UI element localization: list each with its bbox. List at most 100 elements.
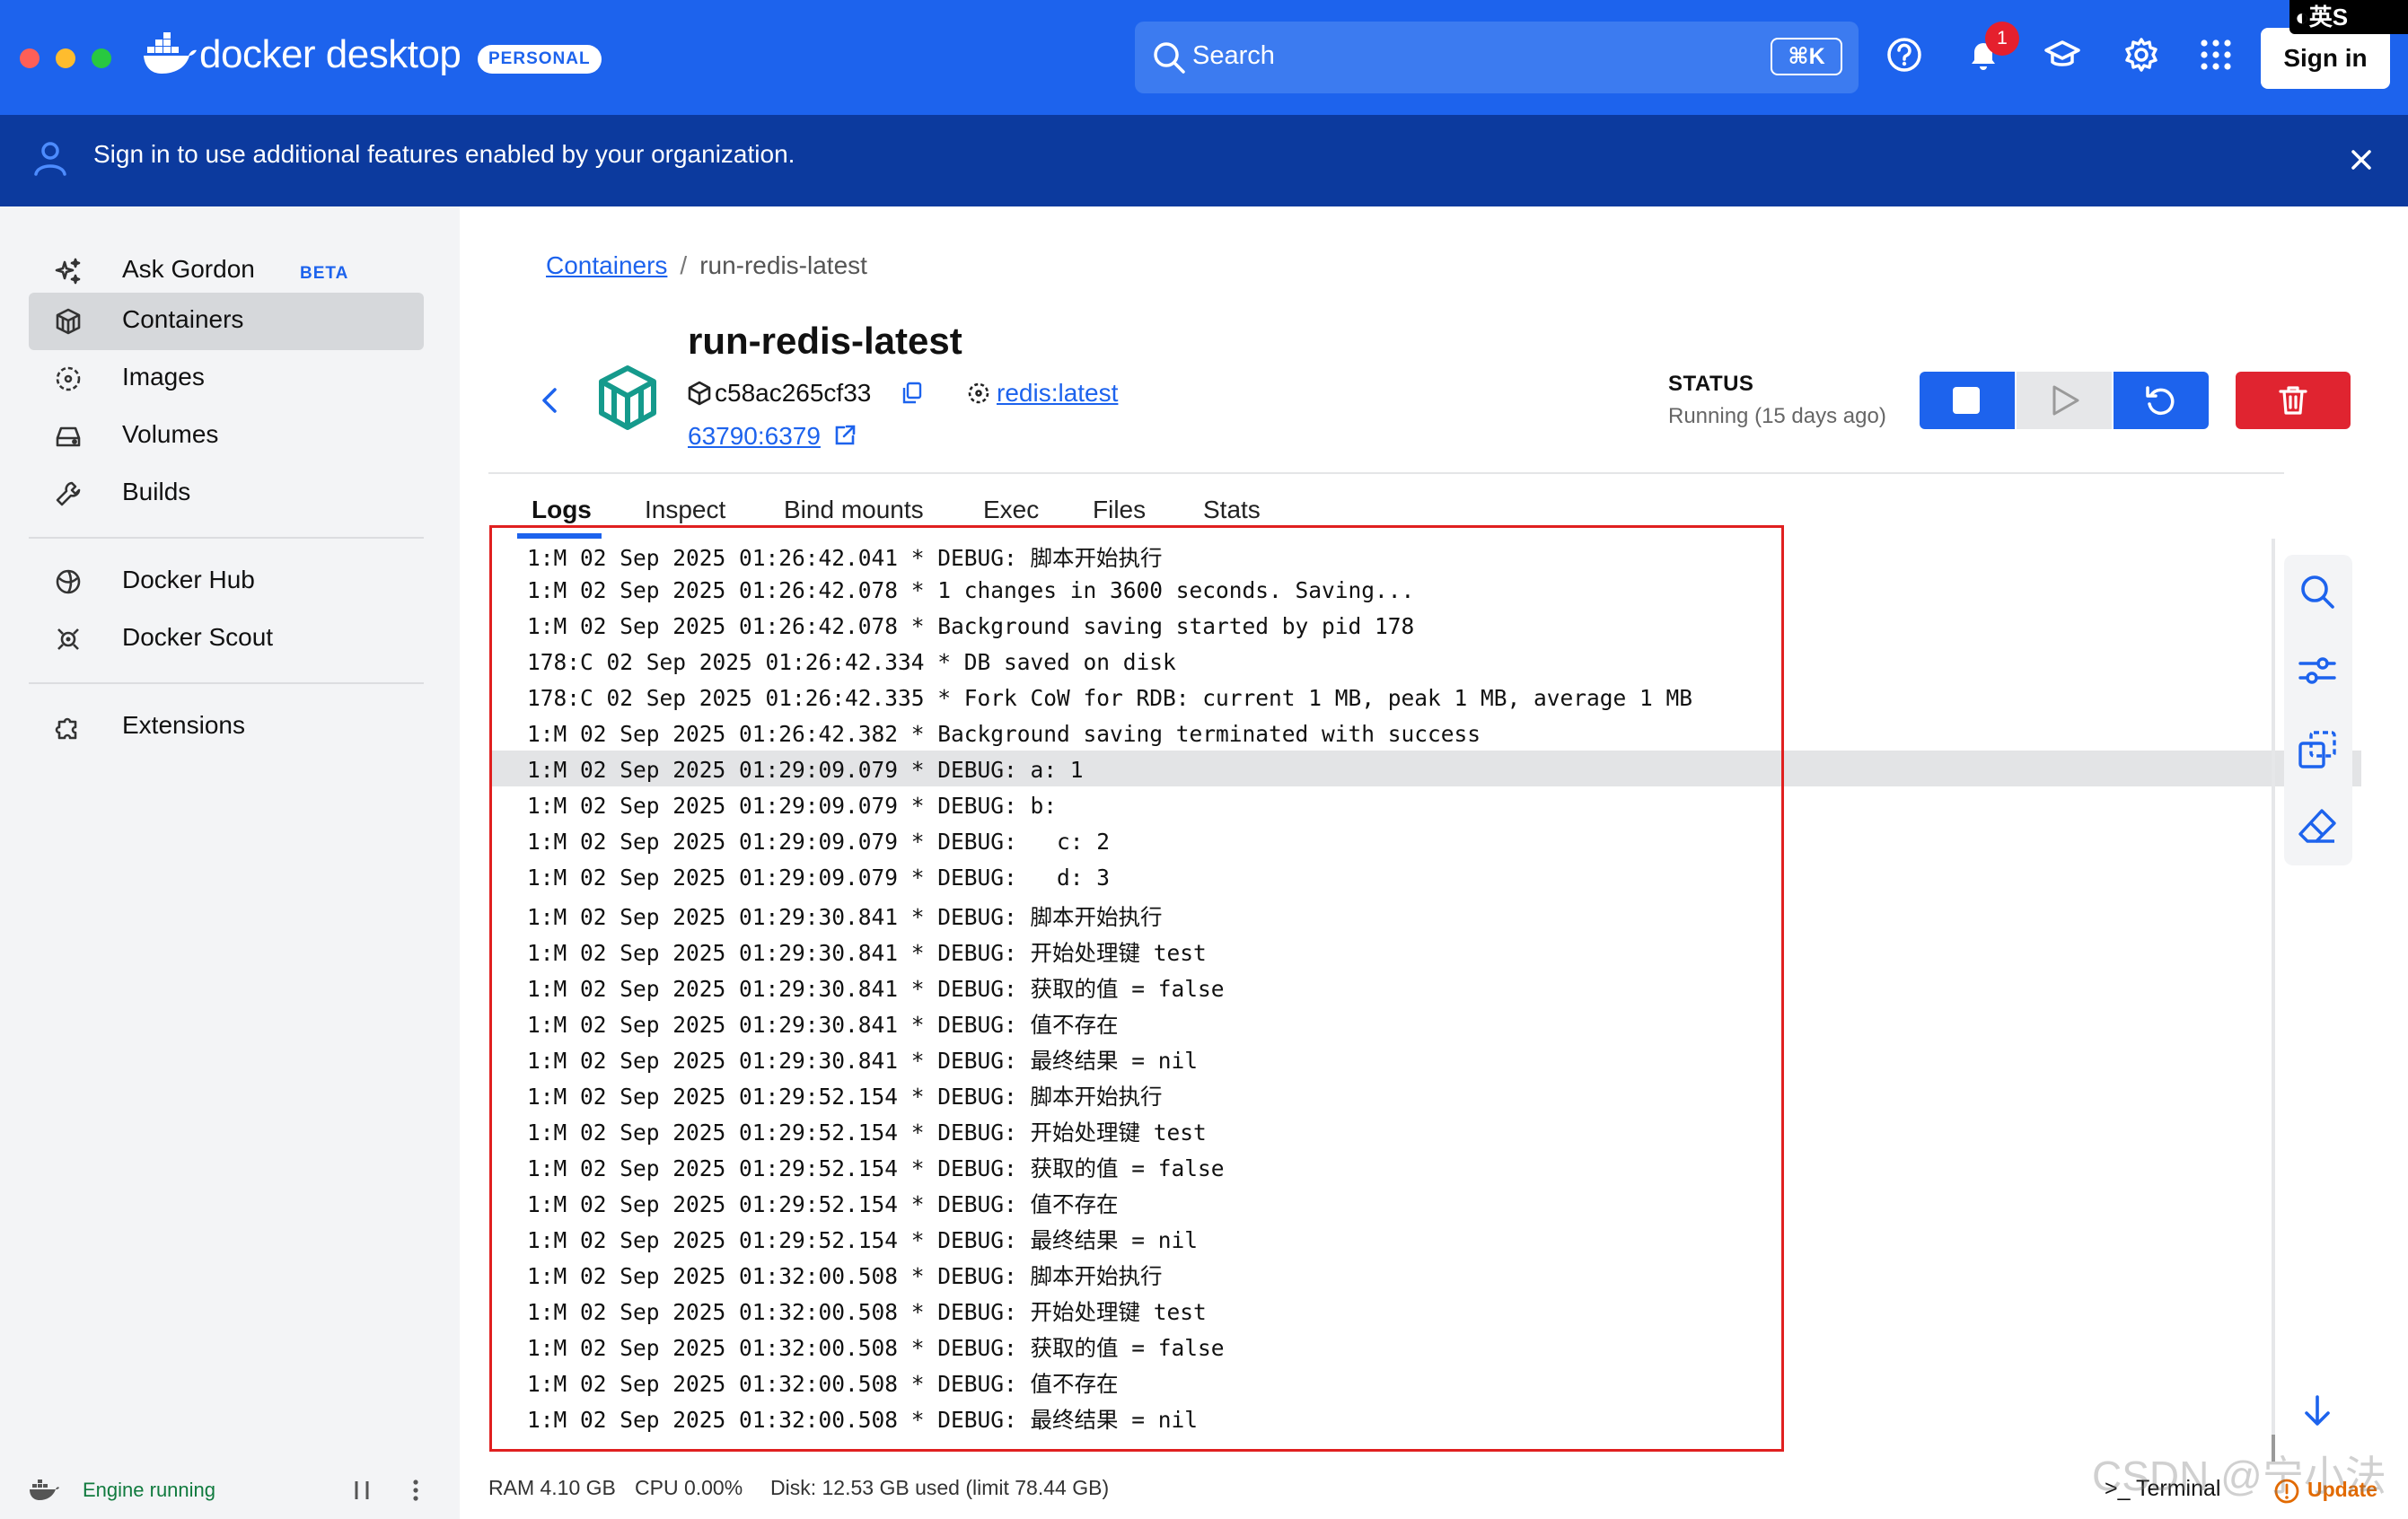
- volume-icon: [54, 422, 83, 451]
- log-line: 1:M 02 Sep 2025 01:32:00.508 * DEBUG: 获取…: [527, 1335, 1225, 1361]
- cpu-usage: CPU 0.00%: [635, 1476, 743, 1499]
- sidebar-item-docker-hub[interactable]: Docker Hub: [29, 553, 424, 610]
- log-line: 1:M 02 Sep 2025 01:26:42.078 * 1 changes…: [527, 577, 1415, 603]
- container-cube-icon: [596, 364, 659, 431]
- sidebar-item-containers[interactable]: Containers: [29, 293, 424, 350]
- close-banner-icon[interactable]: [2351, 149, 2372, 171]
- close-window-button[interactable]: [20, 48, 40, 68]
- sidebar-item-ask-gordon[interactable]: Ask Gordon BETA: [29, 242, 424, 300]
- copy-id-icon[interactable]: [901, 381, 923, 406]
- restart-button[interactable]: [2114, 372, 2209, 429]
- log-line: 178:C 02 Sep 2025 01:26:42.334 * DB save…: [527, 649, 1176, 675]
- puzzle-icon: [54, 713, 83, 742]
- minimize-window-button[interactable]: [56, 48, 75, 68]
- delete-button[interactable]: [2236, 372, 2351, 429]
- tab-exec[interactable]: Exec: [983, 496, 1039, 524]
- sidebar-item-volumes[interactable]: Volumes: [29, 408, 424, 465]
- engine-status: Engine running: [83, 1479, 216, 1501]
- container-id-icon: [688, 381, 711, 406]
- scroll-to-bottom-arrow-icon[interactable]: [2297, 1393, 2338, 1429]
- tab-files[interactable]: Files: [1093, 496, 1146, 524]
- sidebar-item-extensions[interactable]: Extensions: [29, 698, 424, 756]
- log-line: 1:M 02 Sep 2025 01:29:30.841 * DEBUG: 获取…: [527, 976, 1225, 1002]
- help-icon[interactable]: [1885, 36, 1923, 74]
- start-button[interactable]: [2017, 372, 2112, 429]
- log-line: 1:M 02 Sep 2025 01:29:52.154 * DEBUG: 脚本…: [527, 1084, 1163, 1110]
- search-shortcut-hint: ⌘K: [1771, 38, 1842, 75]
- breadcrumb-containers-link[interactable]: Containers: [546, 251, 667, 279]
- more-options-icon[interactable]: [411, 1478, 420, 1503]
- tab-logs[interactable]: Logs: [532, 496, 592, 524]
- apps-grid-icon[interactable]: [2200, 36, 2232, 71]
- tab-inspect[interactable]: Inspect: [645, 496, 725, 524]
- sidebar-item-label: Docker Scout: [122, 623, 274, 651]
- log-viewer[interactable]: 1:M 02 Sep 2025 01:26:42.041 * DEBUG: 脚本…: [489, 525, 1784, 1452]
- app-logo-text: docker desktop: [199, 32, 461, 76]
- search-logs-icon[interactable]: [2297, 571, 2338, 612]
- sidebar-item-builds[interactable]: Builds: [29, 465, 424, 522]
- sidebar-item-docker-scout[interactable]: Docker Scout: [29, 610, 424, 668]
- log-line: 178:C 02 Sep 2025 01:26:42.335 * Fork Co…: [527, 685, 1693, 711]
- sign-in-banner: Sign in to use additional features enabl…: [0, 115, 2408, 206]
- engine-whale-icon: [29, 1477, 59, 1502]
- sidebar-item-label: Images: [122, 363, 205, 391]
- plan-badge: PERSONAL: [478, 45, 602, 74]
- notification-count-badge: 1: [1985, 22, 2019, 56]
- ram-usage: RAM 4.10 GB: [488, 1476, 616, 1499]
- external-link-icon[interactable]: [833, 424, 857, 447]
- tab-stats[interactable]: Stats: [1203, 496, 1261, 524]
- breadcrumb-current: run-redis-latest: [699, 251, 867, 279]
- stop-button[interactable]: [1920, 372, 2015, 429]
- sidebar-item-label: Ask Gordon: [122, 255, 255, 283]
- sidebar-item-label: Docker Hub: [122, 566, 255, 593]
- log-line: 1:M 02 Sep 2025 01:29:09.079 * DEBUG: c:…: [527, 829, 1111, 855]
- back-chevron-icon[interactable]: [537, 384, 562, 417]
- sidebar-item-label: Containers: [122, 305, 244, 333]
- clear-logs-eraser-icon[interactable]: [2297, 806, 2338, 847]
- banner-text: Sign in to use additional features enabl…: [93, 140, 795, 168]
- log-line: 1:M 02 Sep 2025 01:29:30.841 * DEBUG: 脚本…: [527, 904, 1163, 930]
- breadcrumb: Containers / run-redis-latest: [546, 251, 867, 280]
- beta-badge: BETA: [300, 264, 349, 283]
- port-link[interactable]: 63790:6379: [688, 422, 821, 451]
- log-line: 1:M 02 Sep 2025 01:29:09.079 * DEBUG: b:: [527, 793, 1058, 819]
- log-line: 1:M 02 Sep 2025 01:29:52.154 * DEBUG: 开始…: [527, 1119, 1207, 1146]
- log-line: 1:M 02 Sep 2025 01:29:30.841 * DEBUG: 最终…: [527, 1048, 1199, 1074]
- sign-in-button[interactable]: Sign in: [2261, 28, 2390, 89]
- image-icon: [966, 381, 991, 406]
- learning-center-icon[interactable]: [2043, 36, 2081, 74]
- log-line: 1:M 02 Sep 2025 01:29:30.841 * DEBUG: 开始…: [527, 940, 1207, 966]
- trash-icon: [2277, 384, 2309, 417]
- image-icon: [54, 364, 83, 393]
- maximize-window-button[interactable]: [92, 48, 111, 68]
- header-divider: [488, 472, 2284, 474]
- log-scrollbar-track[interactable]: [2272, 539, 2275, 1463]
- user-icon: [31, 138, 70, 178]
- log-line: 1:M 02 Sep 2025 01:26:42.041 * DEBUG: 脚本…: [527, 545, 1163, 571]
- watermark: CSDN @宁小法: [2092, 1453, 2386, 1499]
- log-line: 1:M 02 Sep 2025 01:26:42.078 * Backgroun…: [527, 613, 1415, 639]
- scout-icon: [54, 625, 83, 654]
- container-id: c58ac265cf33: [715, 379, 872, 407]
- image-link[interactable]: redis:latest: [997, 379, 1118, 408]
- log-line: 1:M 02 Sep 2025 01:32:00.508 * DEBUG: 脚本…: [527, 1263, 1163, 1289]
- copy-logs-icon[interactable]: [2297, 729, 2338, 770]
- filter-sliders-icon[interactable]: [2297, 650, 2338, 691]
- status-value: Running (15 days ago): [1668, 404, 1886, 428]
- settings-gear-icon[interactable]: [2122, 36, 2160, 74]
- breadcrumb-separator: /: [680, 251, 688, 279]
- search-input[interactable]: Search ⌘K: [1135, 22, 1859, 93]
- hub-icon: [54, 567, 83, 596]
- container-icon: [54, 307, 83, 336]
- status-label: STATUS: [1668, 372, 1754, 396]
- pause-engine-icon[interactable]: [352, 1478, 374, 1503]
- log-line: 1:M 02 Sep 2025 01:29:09.079 * DEBUG: a:…: [527, 757, 1084, 783]
- disk-usage: Disk: 12.53 GB used (limit 78.44 GB): [770, 1476, 1110, 1499]
- sidebar-item-images[interactable]: Images: [29, 350, 424, 408]
- log-line: 1:M 02 Sep 2025 01:32:00.508 * DEBUG: 开始…: [527, 1299, 1207, 1325]
- log-line: 1:M 02 Sep 2025 01:29:52.154 * DEBUG: 值不…: [527, 1191, 1119, 1217]
- sidebar-item-label: Builds: [122, 478, 191, 505]
- tab-bind-mounts[interactable]: Bind mounts: [784, 496, 924, 524]
- sparkle-icon: [54, 257, 83, 285]
- search-placeholder: Search: [1192, 41, 1275, 70]
